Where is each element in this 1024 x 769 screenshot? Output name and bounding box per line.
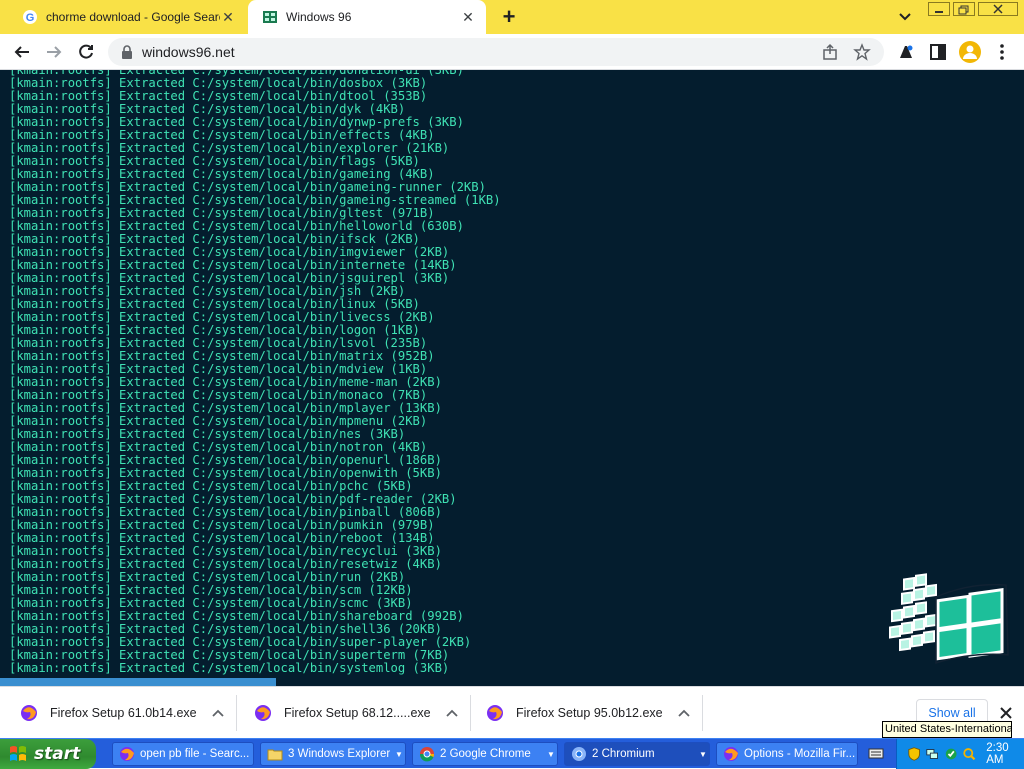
taskbar-item-label: 2 Chromium bbox=[592, 748, 655, 760]
taskbar-item-chromium[interactable]: 2 Chromium ▼ bbox=[564, 742, 710, 766]
chevron-down-icon[interactable]: ▼ bbox=[697, 750, 709, 759]
tab-title: Windows 96 bbox=[286, 10, 352, 24]
clock[interactable]: 2:30 AM bbox=[986, 742, 1024, 766]
chevron-down-icon[interactable]: ▼ bbox=[545, 750, 557, 759]
search-icon bbox=[963, 748, 976, 761]
windows96-icon bbox=[262, 9, 278, 25]
extensions-icon[interactable] bbox=[894, 40, 918, 64]
lock-icon[interactable] bbox=[120, 45, 134, 59]
side-panel-icon[interactable] bbox=[926, 40, 950, 64]
reload-button[interactable] bbox=[74, 40, 98, 64]
windows96-logo bbox=[886, 558, 1016, 668]
reload-icon bbox=[79, 44, 93, 59]
chevron-up-icon[interactable] bbox=[210, 705, 226, 721]
forward-button[interactable] bbox=[42, 40, 66, 64]
firefox-icon bbox=[724, 747, 738, 761]
terminal-output: [kmain:rootfs] Extracted C:/system/local… bbox=[9, 70, 501, 675]
download-item[interactable]: Firefox Setup 68.12.....exe bbox=[234, 687, 460, 739]
kebab-menu-icon[interactable] bbox=[990, 40, 1014, 64]
download-filename: Firefox Setup 61.0b14.exe bbox=[50, 706, 197, 720]
windows-flag-icon bbox=[10, 746, 26, 761]
network-icon bbox=[926, 749, 939, 759]
arrow-left-icon bbox=[14, 46, 29, 58]
download-filename: Firefox Setup 95.0b12.exe bbox=[516, 706, 663, 720]
tab-close-icon[interactable]: ✕ bbox=[220, 9, 236, 25]
update-icon bbox=[945, 748, 957, 760]
chromium-icon bbox=[572, 747, 586, 761]
tab-windows-96[interactable]: Windows 96 ✕ bbox=[248, 0, 486, 34]
back-button[interactable] bbox=[10, 40, 34, 64]
firefox-icon bbox=[255, 705, 271, 721]
keyboard-layout-tooltip: United States-International bbox=[882, 721, 1012, 738]
close-shelf-icon[interactable] bbox=[996, 703, 1016, 723]
chevron-up-icon[interactable] bbox=[676, 705, 692, 721]
download-shelf: Firefox Setup 61.0b14.exe Firefox Setup … bbox=[0, 686, 1024, 738]
taskbar-item-label: Options - Mozilla Fir... bbox=[744, 748, 856, 760]
folder-icon bbox=[267, 749, 283, 761]
maximize-button[interactable] bbox=[953, 2, 975, 16]
chevron-down-icon[interactable] bbox=[896, 9, 914, 25]
taskbar: start open pb file - Searc... 3 Windows … bbox=[0, 738, 1024, 769]
tab-close-icon[interactable]: ✕ bbox=[460, 9, 476, 25]
firefox-icon bbox=[487, 705, 503, 721]
taskbar-item-search[interactable]: open pb file - Searc... bbox=[112, 742, 254, 766]
start-button[interactable]: start bbox=[0, 739, 96, 769]
tab-title: chorme download - Google Search bbox=[46, 10, 220, 24]
download-item[interactable]: Firefox Setup 61.0b14.exe bbox=[0, 687, 226, 739]
taskbar-item-label: 3 Windows Explorer bbox=[288, 748, 391, 760]
arrow-right-icon bbox=[47, 46, 62, 58]
chrome-icon bbox=[419, 747, 435, 762]
taskbar-item-explorer[interactable]: 3 Windows Explorer ▼ bbox=[260, 742, 406, 766]
download-item[interactable]: Firefox Setup 95.0b12.exe bbox=[466, 687, 692, 739]
bookmark-star-icon[interactable] bbox=[852, 42, 872, 62]
boot-progress-bar bbox=[0, 678, 1024, 686]
progress-fill bbox=[0, 678, 277, 686]
firefox-icon bbox=[120, 747, 134, 761]
taskbar-item-firefox-options[interactable]: Options - Mozilla Fir... bbox=[716, 742, 858, 766]
close-window-button[interactable] bbox=[978, 2, 1018, 16]
chevron-up-icon[interactable] bbox=[444, 705, 460, 721]
profile-avatar[interactable] bbox=[958, 40, 982, 64]
download-filename: Firefox Setup 68.12.....exe bbox=[284, 706, 431, 720]
taskbar-item-label: open pb file - Searc... bbox=[140, 748, 250, 760]
google-icon: G bbox=[22, 9, 38, 25]
svg-text:G: G bbox=[26, 12, 35, 24]
keyboard-icon[interactable] bbox=[868, 746, 884, 760]
share-icon[interactable] bbox=[820, 42, 840, 62]
tab-google-search[interactable]: G chorme download - Google Search ✕ bbox=[8, 0, 246, 34]
address-bar[interactable]: windows96.net bbox=[108, 38, 884, 66]
security-shield-icon bbox=[908, 747, 920, 761]
terminal-line: [kmain:rootfs] Extracted C:/system/local… bbox=[9, 661, 450, 675]
tab-strip: G chorme download - Google Search ✕ Wind… bbox=[0, 0, 1024, 34]
taskbar-item-label: 2 Google Chrome bbox=[440, 748, 531, 760]
minimize-button[interactable] bbox=[928, 2, 950, 16]
url-text[interactable]: windows96.net bbox=[142, 44, 820, 60]
divider bbox=[702, 695, 703, 731]
firefox-icon bbox=[21, 705, 37, 721]
boot-terminal: [kmain:rootfs] Extracted C:/system/local… bbox=[0, 70, 1024, 678]
browser-toolbar: windows96.net bbox=[0, 34, 1024, 70]
chevron-down-icon[interactable]: ▼ bbox=[393, 750, 405, 759]
taskbar-item-chrome[interactable]: 2 Google Chrome ▼ bbox=[412, 742, 558, 766]
new-tab-button[interactable]: + bbox=[498, 6, 520, 28]
start-label: start bbox=[34, 744, 81, 764]
system-tray: 2:30 AM bbox=[896, 739, 1024, 769]
